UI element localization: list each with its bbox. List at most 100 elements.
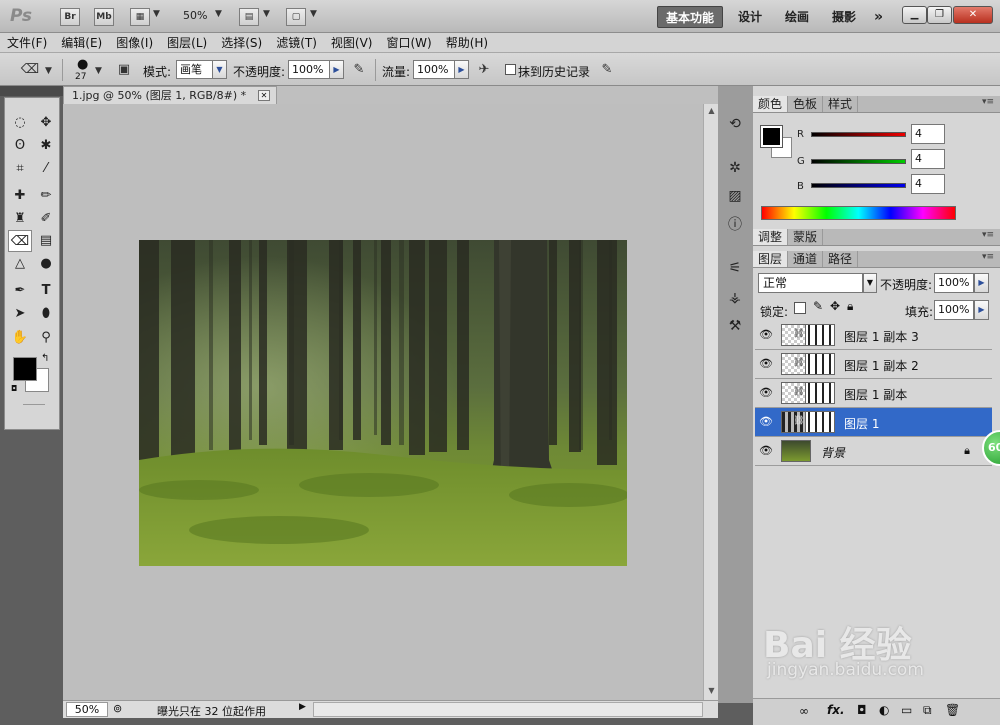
brush-tool-icon[interactable]: ✏ xyxy=(34,185,58,207)
layer-row[interactable]: 👁︎ ⛓︎ 图层 1 副本 2 xyxy=(755,350,992,379)
group-icon[interactable]: ▭ xyxy=(901,703,912,717)
chevron-down-icon[interactable]: ▼ xyxy=(45,66,52,76)
tab-styles[interactable]: 样式 xyxy=(823,96,859,112)
histogram-panel-icon[interactable]: ▨ xyxy=(722,184,748,208)
workspace-painting[interactable]: 绘画 xyxy=(777,6,817,28)
erase-history-checkbox[interactable] xyxy=(505,64,516,75)
airbrush-icon[interactable]: ✈ xyxy=(474,60,494,80)
visibility-eye-icon[interactable]: 👁︎ xyxy=(758,443,774,459)
panel-menu-icon[interactable]: ▾≡ xyxy=(982,230,994,240)
lock-all-icon[interactable]: 🔒︎ xyxy=(847,299,853,314)
tool-presets-panel-icon[interactable]: ⚒ xyxy=(722,314,748,338)
tab-color[interactable]: 颜色 xyxy=(753,96,789,112)
menu-view[interactable]: 视图(V) xyxy=(324,33,380,53)
restore-icon[interactable]: ❐ xyxy=(927,6,952,24)
new-layer-icon[interactable]: ⧉ xyxy=(923,703,932,718)
gradient-tool-icon[interactable]: ▤ xyxy=(34,230,58,252)
blur-tool-icon[interactable]: △ xyxy=(8,253,32,275)
visibility-eye-icon[interactable]: 👁︎ xyxy=(758,327,774,343)
shape-tool-icon[interactable]: ⬮ xyxy=(34,303,58,325)
mini-bridge-button[interactable]: Mb xyxy=(94,8,114,26)
foreground-color-swatch[interactable] xyxy=(13,357,37,381)
tab-adjustments[interactable]: 调整 xyxy=(753,229,789,245)
add-mask-icon[interactable]: ◘ xyxy=(857,703,867,717)
chevron-right-icon[interactable]: ▶ xyxy=(454,60,469,79)
layer-row-selected[interactable]: 👁︎ ⛓︎ 图层 1 xyxy=(755,408,992,437)
canvas-image[interactable] xyxy=(139,240,627,566)
adjustment-layer-icon[interactable]: ◐ xyxy=(879,703,889,717)
mask-thumbnail[interactable] xyxy=(805,353,835,375)
chevron-down-icon[interactable]: ▼ xyxy=(310,9,317,19)
link-layers-icon[interactable]: ∞ xyxy=(799,704,809,718)
blend-mode-select[interactable]: 正常 xyxy=(758,273,863,293)
mask-thumbnail[interactable] xyxy=(805,382,835,404)
visibility-eye-icon[interactable]: 👁︎ xyxy=(758,356,774,372)
status-options-icon[interactable]: ⊚ xyxy=(113,702,122,715)
chevron-down-icon[interactable]: ▼ xyxy=(863,273,877,293)
vertical-scrollbar[interactable]: ▲ ▼ xyxy=(703,104,718,700)
minimize-icon[interactable]: ▁ xyxy=(902,6,927,24)
color-spectrum-bar[interactable] xyxy=(761,206,956,220)
layer-name[interactable]: 图层 1 副本 xyxy=(844,386,907,403)
foreground-color-swatch[interactable] xyxy=(760,125,783,148)
arrange-documents-icon[interactable]: ▤ xyxy=(239,8,259,26)
brush-presets-panel-icon[interactable]: ⚟ xyxy=(722,256,748,280)
clone-stamp-tool-icon[interactable]: ♜ xyxy=(8,208,32,230)
layer-name[interactable]: 图层 1 副本 3 xyxy=(844,328,919,345)
menu-window[interactable]: 窗口(W) xyxy=(379,33,438,53)
info-panel-icon[interactable]: ⓘ xyxy=(722,213,748,237)
healing-brush-tool-icon[interactable]: ✚ xyxy=(8,185,32,207)
brush-tip-icon[interactable]: ● xyxy=(77,57,88,72)
history-panel-icon[interactable]: ⟲ xyxy=(722,112,748,136)
quick-mask-button[interactable] xyxy=(23,404,45,405)
flow-field[interactable]: 100% xyxy=(413,60,455,79)
panel-menu-icon[interactable]: ▾≡ xyxy=(982,252,994,262)
history-brush-tool-icon[interactable]: ✐ xyxy=(34,208,58,230)
move-tool-icon[interactable]: ✥ xyxy=(34,112,58,134)
swap-colors-icon[interactable]: ↰ xyxy=(41,353,49,364)
lock-pixels-icon[interactable]: ✎ xyxy=(813,299,823,313)
layer-style-icon[interactable]: fx. xyxy=(827,703,845,717)
mask-thumbnail[interactable] xyxy=(805,411,835,433)
layer-opacity-field[interactable]: 100% xyxy=(934,273,974,293)
menu-file[interactable]: 文件(F) xyxy=(0,33,54,53)
lock-transparent-icon[interactable] xyxy=(794,302,806,314)
channel-r-slider[interactable] xyxy=(811,132,906,137)
menu-edit[interactable]: 编辑(E) xyxy=(54,33,109,53)
chevron-right-icon[interactable]: ▶ xyxy=(974,300,989,320)
channel-r-field[interactable]: 4 xyxy=(911,124,945,144)
visibility-eye-icon[interactable]: 👁︎ xyxy=(758,414,774,430)
panel-menu-icon[interactable]: ▾≡ xyxy=(982,97,994,107)
channel-g-field[interactable]: 4 xyxy=(911,149,945,169)
clone-source-panel-icon[interactable]: ⚶ xyxy=(722,286,748,310)
chevron-down-icon[interactable]: ▼ xyxy=(212,60,227,79)
menu-filter[interactable]: 滤镜(T) xyxy=(269,33,324,53)
brush-panel-icon[interactable]: ▣ xyxy=(114,60,134,80)
dodge-tool-icon[interactable]: ● xyxy=(34,253,58,275)
layer-row[interactable]: 👁︎ ⛓︎ 图层 1 副本 xyxy=(755,379,992,408)
document-tab[interactable]: 1.jpg @ 50% (图层 1, RGB/8#) * xyxy=(63,86,277,104)
chevron-right-icon[interactable]: ▶ xyxy=(329,60,344,79)
mask-thumbnail[interactable] xyxy=(805,324,835,346)
channel-b-field[interactable]: 4 xyxy=(911,174,945,194)
chevron-down-icon[interactable]: ▼ xyxy=(215,9,222,19)
chevron-down-icon[interactable]: ▼ xyxy=(153,9,160,19)
eyedropper-tool-icon[interactable]: ⁄ xyxy=(34,158,58,180)
channel-b-slider[interactable] xyxy=(811,183,906,188)
layer-name[interactable]: 图层 1 副本 2 xyxy=(844,357,919,374)
menu-layer[interactable]: 图层(L) xyxy=(160,33,214,53)
airbrush-pressure-icon[interactable]: ✎ xyxy=(349,60,369,80)
workspace-design[interactable]: 设计 xyxy=(730,6,770,28)
eraser-tool-preset-icon[interactable]: ⌫ xyxy=(20,60,40,80)
tab-swatches[interactable]: 色板 xyxy=(788,96,824,112)
layer-name[interactable]: 背景 xyxy=(821,444,845,461)
tab-channels[interactable]: 通道 xyxy=(788,251,824,267)
tab-layers[interactable]: 图层 xyxy=(753,251,789,267)
lasso-tool-icon[interactable]: ʘ xyxy=(8,135,32,157)
channel-g-slider[interactable] xyxy=(811,159,906,164)
view-extras-icon[interactable]: ▦ xyxy=(130,8,150,26)
opacity-field[interactable]: 100% xyxy=(288,60,330,79)
workspace-photography[interactable]: 摄影 xyxy=(824,6,864,28)
layer-row[interactable]: 👁︎ ⛓︎ 图层 1 副本 3 xyxy=(755,321,992,350)
chevron-down-icon[interactable]: ▼ xyxy=(95,66,102,76)
